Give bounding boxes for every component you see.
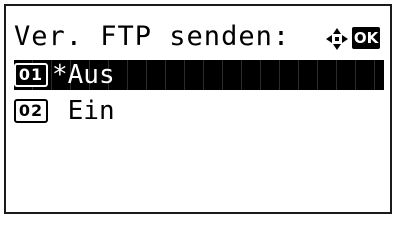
option-label: *Aus	[52, 60, 115, 90]
ok-button[interactable]: OK	[352, 27, 380, 49]
option-label: Ein	[52, 96, 115, 126]
option-row-on[interactable]: 02 Ein	[14, 96, 115, 126]
four-way-arrow-icon[interactable]	[326, 28, 348, 50]
option-row-off[interactable]: 01 *Aus	[14, 60, 384, 90]
option-number-badge: 01	[14, 63, 48, 87]
lcd-panel: Ver. FTP senden: OK 01 *Aus 02 Ein	[4, 4, 392, 214]
screen-title: Ver. FTP senden:	[14, 21, 291, 52]
option-number-badge: 02	[14, 99, 48, 123]
